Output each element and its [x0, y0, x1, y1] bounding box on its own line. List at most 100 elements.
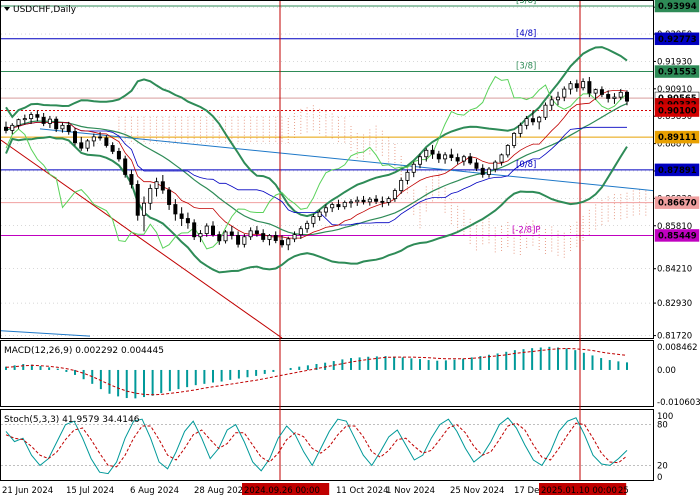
price-label-text: 0.91553 [658, 68, 697, 78]
candle-body [298, 228, 303, 236]
murrey-level-label: [-2/8]P [512, 225, 541, 235]
candle-body [73, 131, 78, 144]
candle-body [129, 174, 134, 185]
price-label-text: 0.85449 [658, 231, 697, 241]
candle-body [455, 157, 460, 162]
candle-body [54, 118, 59, 130]
candle-body [612, 96, 617, 99]
price-tick-label: 0.84210 [657, 265, 692, 275]
chart-title-group: USDCHF,Daily [4, 5, 77, 15]
candle-body [204, 225, 209, 234]
candle-body [330, 204, 335, 209]
candle-body [386, 198, 391, 203]
murrey-level-label: [3/8] [516, 62, 536, 72]
candle-body [556, 96, 561, 101]
price-label-box: 0.89111 [654, 130, 700, 144]
candle-body [173, 204, 178, 215]
candle-body [593, 89, 598, 94]
candle-body [104, 137, 109, 146]
x-tick-label: 25 [618, 486, 629, 496]
candle-body [148, 188, 153, 204]
price-label-box: 0.91553 [654, 65, 700, 78]
candle-body [198, 233, 203, 238]
candle-body [568, 83, 573, 90]
time-marker-label: 2025.01.10 00:00 [541, 486, 617, 496]
candle-body [311, 216, 316, 224]
candle-body [286, 238, 291, 246]
candle-body [279, 240, 284, 246]
macd-tick-label: 0.008462 [657, 343, 698, 353]
candle-body [587, 81, 592, 94]
murrey-level-label: [5/8] [516, 0, 536, 6]
candle-body [236, 235, 241, 245]
candle-body [367, 198, 372, 203]
candle-body [625, 91, 630, 102]
candle-body [581, 81, 586, 89]
candle-body [530, 118, 535, 123]
candle-body [91, 136, 96, 142]
forex-chart: [5/8][4/8][3/8][0/8][-2/8]P0.939500.9295… [0, 0, 700, 500]
candle-body [618, 91, 623, 98]
candle-body [16, 119, 21, 126]
candle-body [35, 114, 40, 118]
candle-body [518, 124, 523, 134]
candle-body [248, 230, 253, 238]
candle-body [443, 154, 448, 160]
price-label-box: 0.87891 [654, 163, 700, 177]
murrey-level-label: [0/8] [516, 160, 536, 170]
stoch-tick-label: 20 [657, 461, 668, 471]
candle-body [411, 163, 416, 173]
price-label-text: 0.87891 [658, 166, 697, 176]
price-label-box: 0.90100 [654, 104, 700, 117]
candle-body [273, 235, 278, 241]
candle-body [41, 116, 46, 124]
macd-tick-label: -0.010603 [657, 398, 700, 408]
candle-body [355, 199, 360, 203]
candle-body [348, 201, 353, 204]
candle-body [79, 142, 84, 149]
candle-body [141, 202, 146, 216]
candle-body [60, 124, 65, 130]
price-label-text: 0.90100 [658, 107, 697, 117]
candle-body [47, 118, 52, 124]
candle-body [599, 89, 604, 95]
candle-body [217, 234, 222, 242]
candle-body [210, 225, 215, 236]
candle-body [323, 207, 328, 213]
x-tick-label: 17 De [514, 486, 539, 496]
x-tick-label: 28 Aug 2024 [194, 486, 248, 496]
candle-body [192, 222, 197, 238]
candle-body [606, 94, 611, 99]
price-tick-label: 0.81720 [657, 332, 692, 342]
candle-body [305, 222, 310, 230]
candle-body [374, 198, 379, 202]
candle-body [66, 124, 71, 132]
candle-body [417, 156, 422, 165]
price-label-box: 0.93994 [654, 0, 700, 13]
price-tick-label: 0.82930 [657, 299, 692, 309]
price-label-box: 0.85449 [654, 229, 700, 242]
price-label-text: 0.89111 [658, 133, 697, 143]
candle-body [449, 154, 454, 158]
candle-body [254, 230, 259, 234]
candle-body [98, 136, 103, 139]
candle-body [543, 104, 548, 118]
stoch-label: Stoch(5,3,3) 41.9579 34.4146 [4, 415, 140, 425]
x-tick-label: 21 Jun 2024 [2, 486, 53, 496]
candle-body [29, 114, 34, 120]
candle-body [10, 124, 15, 131]
price-label-box: 0.92773 [654, 32, 700, 46]
candle-body [493, 161, 498, 170]
stoch-tick-label: 0 [657, 473, 662, 483]
murrey-level-label: [4/8] [516, 29, 536, 39]
price-label-text: 0.93994 [658, 2, 697, 12]
candle-body [549, 99, 554, 106]
candle-body [524, 118, 529, 126]
price-label-text: 0.86670 [658, 199, 697, 209]
candle-body [229, 231, 234, 236]
candle-body [292, 234, 297, 240]
x-tick-label: 6 Aug 2024 [130, 486, 179, 496]
candle-body [380, 200, 385, 203]
candle-body [336, 204, 341, 208]
candle-body [392, 190, 397, 200]
